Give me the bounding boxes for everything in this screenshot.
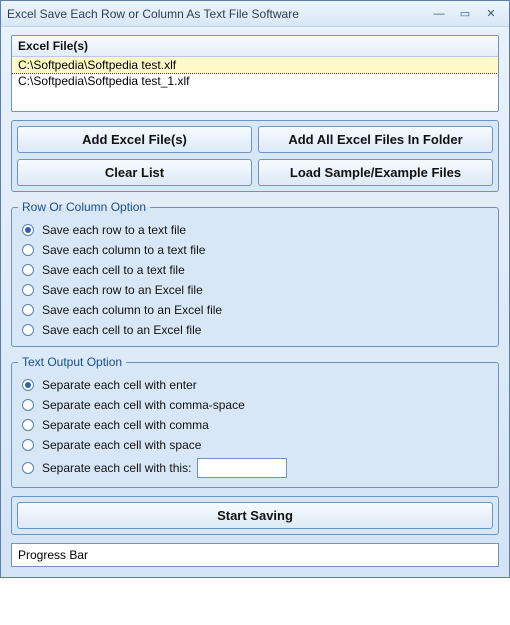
option-label: Separate each cell with enter <box>42 378 197 392</box>
radio-icon[interactable] <box>22 419 34 431</box>
radio-icon[interactable] <box>22 324 34 336</box>
option-label: Save each cell to an Excel file <box>42 323 201 337</box>
minimize-button[interactable]: — <box>427 6 451 22</box>
file-list-header: Excel File(s) <box>12 36 498 57</box>
text-output-option[interactable]: Separate each cell with enter <box>18 375 492 395</box>
text-output-option[interactable]: Separate each cell with space <box>18 435 492 455</box>
text-output-option-group: Text Output Option Separate each cell wi… <box>11 355 499 488</box>
radio-icon[interactable] <box>22 284 34 296</box>
option-label: Save each column to an Excel file <box>42 303 222 317</box>
add-files-button[interactable]: Add Excel File(s) <box>17 126 252 153</box>
radio-icon[interactable] <box>22 264 34 276</box>
radio-icon[interactable] <box>22 304 34 316</box>
progress-label: Progress Bar <box>18 548 88 562</box>
custom-separator-input[interactable] <box>197 458 287 478</box>
option-label: Separate each cell with comma-space <box>42 398 245 412</box>
radio-icon[interactable] <box>22 224 34 236</box>
option-label: Save each row to a text file <box>42 223 186 237</box>
text-output-option-legend: Text Output Option <box>18 355 126 369</box>
content-area: Excel File(s) C:\Softpedia\Softpedia tes… <box>1 27 509 577</box>
radio-icon[interactable] <box>22 244 34 256</box>
option-label: Save each row to an Excel file <box>42 283 203 297</box>
progress-bar: Progress Bar <box>11 543 499 567</box>
load-sample-button[interactable]: Load Sample/Example Files <box>258 159 493 186</box>
clear-list-button[interactable]: Clear List <box>17 159 252 186</box>
file-buttons-group: Add Excel File(s) Add All Excel Files In… <box>11 120 499 192</box>
row-column-option-group: Row Or Column Option Save each row to a … <box>11 200 499 347</box>
row-col-option[interactable]: Save each cell to a text file <box>18 260 492 280</box>
close-button[interactable]: ✕ <box>479 6 503 22</box>
start-group: Start Saving <box>11 496 499 535</box>
window-title: Excel Save Each Row or Column As Text Fi… <box>7 7 425 21</box>
row-column-option-legend: Row Or Column Option <box>18 200 150 214</box>
radio-icon[interactable] <box>22 439 34 451</box>
option-label: Separate each cell with comma <box>42 418 209 432</box>
file-row[interactable]: C:\Softpedia\Softpedia test_1.xlf <box>12 73 498 89</box>
start-saving-button[interactable]: Start Saving <box>17 502 493 529</box>
titlebar: Excel Save Each Row or Column As Text Fi… <box>1 1 509 27</box>
maximize-button[interactable]: ▭ <box>453 6 477 22</box>
radio-icon[interactable] <box>22 462 34 474</box>
text-output-option[interactable]: Separate each cell with comma-space <box>18 395 492 415</box>
add-folder-button[interactable]: Add All Excel Files In Folder <box>258 126 493 153</box>
row-col-option[interactable]: Save each column to a text file <box>18 240 492 260</box>
row-col-option[interactable]: Save each row to an Excel file <box>18 280 492 300</box>
file-row[interactable]: C:\Softpedia\Softpedia test.xlf <box>12 57 498 73</box>
file-list[interactable]: C:\Softpedia\Softpedia test.xlf C:\Softp… <box>12 57 498 111</box>
row-col-option[interactable]: Save each cell to an Excel file <box>18 320 492 340</box>
row-col-option[interactable]: Save each column to an Excel file <box>18 300 492 320</box>
radio-icon[interactable] <box>22 379 34 391</box>
text-output-option[interactable]: Separate each cell with comma <box>18 415 492 435</box>
option-label: Separate each cell with this: <box>42 461 191 475</box>
file-list-box: Excel File(s) C:\Softpedia\Softpedia tes… <box>11 35 499 112</box>
option-label: Save each cell to a text file <box>42 263 185 277</box>
row-col-option[interactable]: Save each row to a text file <box>18 220 492 240</box>
text-output-option[interactable]: Separate each cell with this: <box>18 455 492 481</box>
app-window: Excel Save Each Row or Column As Text Fi… <box>0 0 510 578</box>
option-label: Save each column to a text file <box>42 243 205 257</box>
option-label: Separate each cell with space <box>42 438 201 452</box>
radio-icon[interactable] <box>22 399 34 411</box>
